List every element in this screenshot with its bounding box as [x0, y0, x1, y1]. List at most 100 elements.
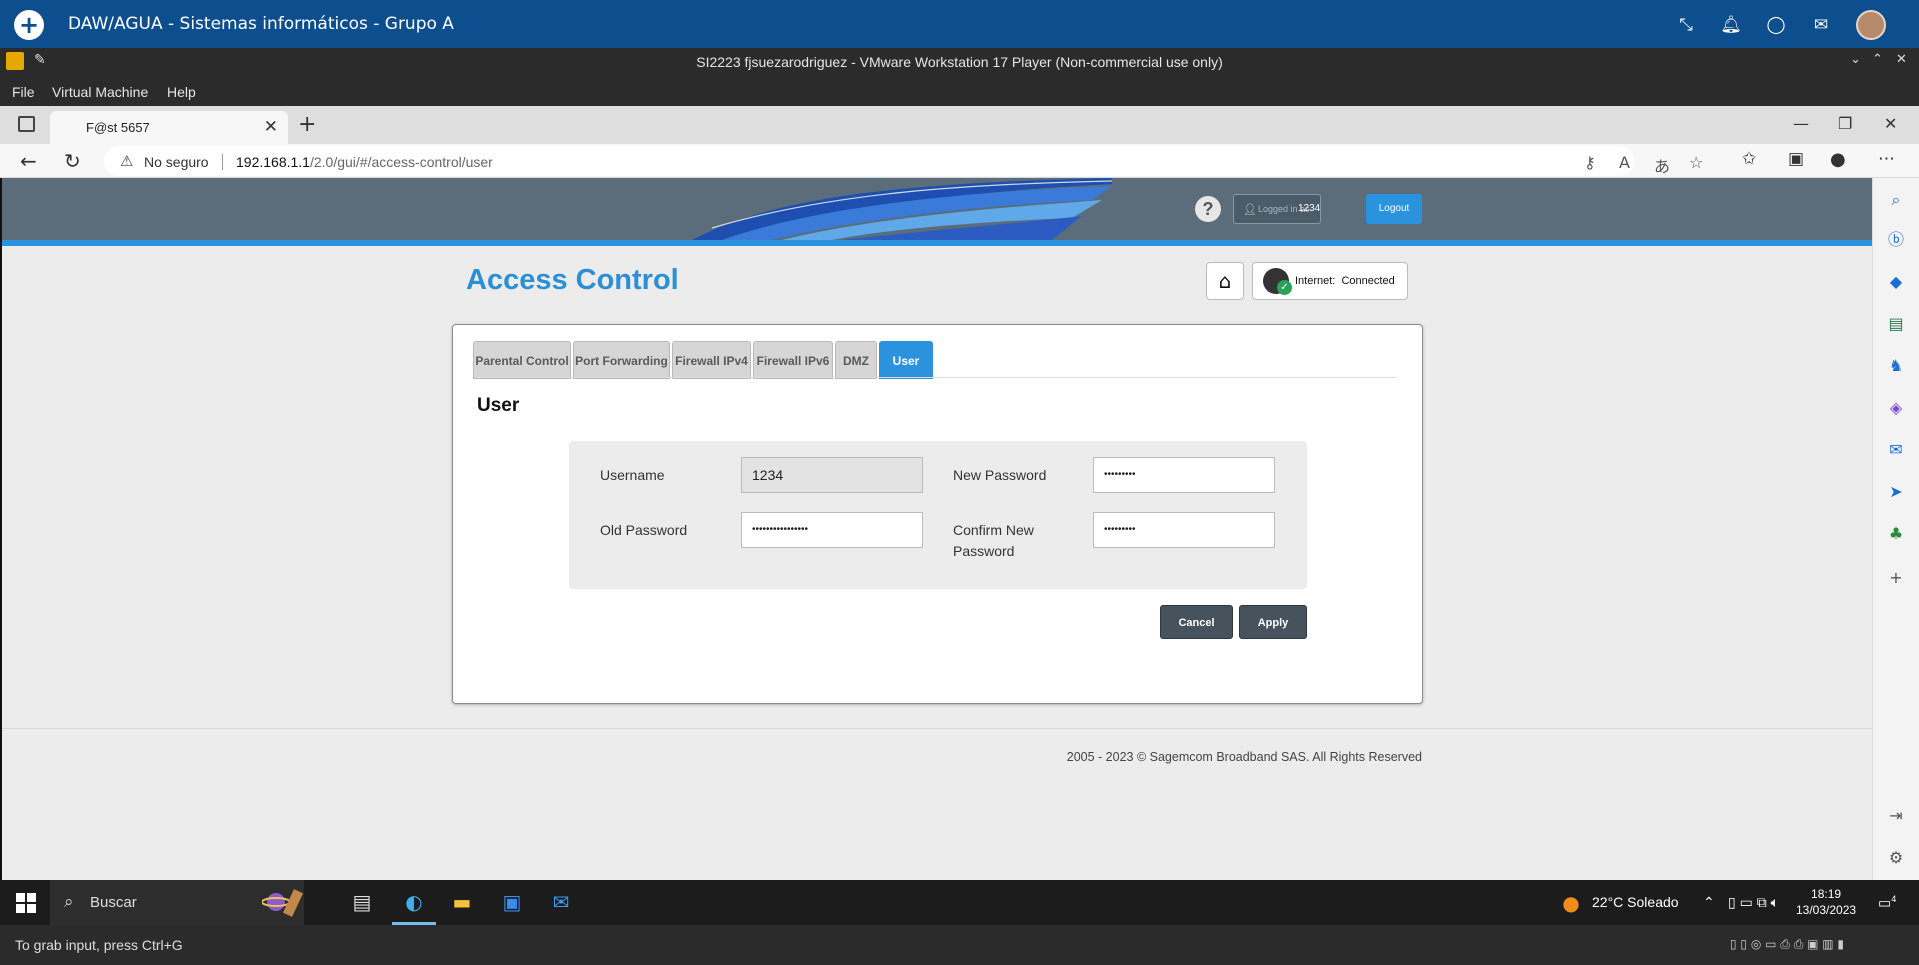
router-header: ? 👤︎ Logged in as 1234 Logout — [2, 178, 1872, 246]
grab-input-hint: To grab input, press Ctrl+G — [15, 937, 183, 953]
tab-title: F@st 5657 — [86, 120, 150, 135]
close-tab-icon[interactable]: ✕ — [264, 117, 278, 137]
footer-divider — [2, 728, 1872, 729]
close-window-icon[interactable]: ✕ — [1884, 114, 1897, 133]
confirm-password-label: Confirm New Password — [953, 522, 1034, 559]
tab-firewall-ipv6[interactable]: Firewall IPv6 — [753, 341, 833, 379]
mail-icon[interactable]: ✉ — [1810, 14, 1832, 36]
old-password-field[interactable]: •••••••••••••••• — [741, 512, 923, 548]
shopping-icon[interactable]: ◆ — [1886, 272, 1906, 292]
user-avatar[interactable] — [1856, 10, 1886, 40]
chevron-down-icon[interactable]: ⌄ — [1850, 52, 1861, 67]
minimize-icon[interactable]: — — [1793, 114, 1809, 133]
read-aloud-icon[interactable]: A — [1619, 153, 1630, 172]
home-button[interactable]: ⌂ — [1206, 262, 1244, 300]
address-bar: ← ↻ ⚠ No seguro 192.168.1.1/2.0/gui/#/ac… — [0, 144, 1919, 178]
games-icon[interactable]: ♞ — [1886, 356, 1906, 376]
office-icon[interactable]: ◈ — [1886, 398, 1906, 418]
url-host: 192.168.1.1 — [236, 154, 310, 170]
new-tab-icon[interactable]: + — [298, 112, 316, 137]
clock-time: 18:19 — [1811, 887, 1842, 901]
taskbar-search[interactable]: ⌕ Buscar — [50, 880, 304, 925]
header-accent-line — [2, 240, 1872, 246]
bing-icon[interactable]: ⓑ — [1886, 230, 1906, 250]
profile-icon[interactable]: ● — [1830, 149, 1846, 170]
security-label[interactable]: No seguro — [144, 154, 209, 170]
settings-icon[interactable]: ⚙ — [1886, 848, 1906, 868]
favorite-add-icon[interactable]: ☆ — [1689, 153, 1703, 172]
new-password-field[interactable]: ••••••••• — [1093, 457, 1275, 493]
device-icons[interactable]: ▯ ▯ ◎ ▭ ⎙ ⎙ ▣ ▥ ▮ — [1730, 937, 1844, 952]
store-icon[interactable]: ▣ — [498, 888, 526, 916]
tray-chevron-icon[interactable]: ⌃ — [1703, 894, 1715, 911]
apply-button[interactable]: Apply — [1239, 605, 1307, 639]
translate-icon[interactable]: あ — [1654, 153, 1670, 177]
header-swoosh-graphic — [692, 178, 1112, 240]
edge-sidebar: ⌕ ⓑ ◆ ▤ ♞ ◈ ✉ ➤ ♣ + ⇥ ⚙ — [1872, 178, 1919, 880]
tab-firewall-ipv4[interactable]: Firewall IPv4 — [672, 341, 751, 379]
send-icon[interactable]: ➤ — [1886, 482, 1906, 502]
menu-file[interactable]: File — [12, 84, 35, 100]
username-label: Username — [600, 467, 665, 483]
tools-icon[interactable]: ▤ — [1886, 314, 1906, 334]
help-icon[interactable]: ? — [1195, 196, 1221, 222]
tab-dmz[interactable]: DMZ — [835, 341, 877, 379]
favorites-icon[interactable]: ✩ — [1742, 149, 1756, 169]
tab-port-forwarding[interactable]: Port Forwarding — [573, 341, 670, 379]
more-icon[interactable]: ⋯ — [1878, 149, 1895, 169]
cancel-button[interactable]: Cancel — [1160, 605, 1233, 639]
internet-state: Connected — [1341, 275, 1395, 287]
warning-icon[interactable]: ⚠ — [120, 152, 133, 170]
collections-icon[interactable]: ▣ — [1788, 149, 1804, 169]
windows-start-icon[interactable] — [16, 893, 36, 913]
section-title: User — [477, 395, 520, 416]
url-separator — [222, 154, 223, 170]
new-chat-plus-icon[interactable]: + — [14, 10, 44, 40]
key-icon[interactable]: ⚷ — [1584, 153, 1596, 172]
weather-sun-icon[interactable]: ● — [1557, 889, 1585, 917]
back-icon[interactable]: ← — [20, 149, 37, 173]
url-field[interactable]: ⚠ No seguro 192.168.1.1/2.0/gui/#/access… — [104, 146, 1703, 176]
restore-icon[interactable]: ❐ — [1838, 114, 1852, 133]
search-highlight-image — [262, 889, 304, 917]
old-password-label: Old Password — [600, 522, 688, 538]
menu-help[interactable]: Help — [167, 84, 196, 100]
hide-sidebar-icon[interactable]: ⇥ — [1886, 806, 1906, 826]
tree-icon[interactable]: ♣ — [1886, 524, 1906, 544]
edge-icon[interactable]: ◐ — [400, 888, 428, 916]
confirm-password-field[interactable]: ••••••••• — [1093, 512, 1275, 548]
vmware-window-title: SI2223 fjsuezarodriguez - VMware Worksta… — [696, 54, 1223, 70]
outlook-icon[interactable]: ✉ — [1886, 440, 1906, 460]
weather-text[interactable]: 22°C Soleado — [1592, 894, 1679, 910]
taskbar-clock[interactable]: 18:19 13/03/2023 — [1796, 886, 1856, 918]
username-field: 1234 — [741, 457, 923, 493]
chat-icon[interactable]: ◯ — [1765, 14, 1787, 36]
user-icon: 👤︎ — [1243, 203, 1257, 216]
tab-parental-control[interactable]: Parental Control — [473, 341, 571, 379]
tab-actions-icon[interactable] — [18, 116, 35, 132]
logged-in-user: 1234 — [1298, 203, 1321, 214]
file-explorer-icon[interactable]: ▬ — [448, 888, 476, 916]
mail-icon[interactable]: ✉ — [547, 888, 575, 916]
teams-top-bar: + DAW/AGUA - Sistemas informáticos - Gru… — [0, 0, 1919, 48]
close-icon[interactable]: ✕ — [1896, 52, 1907, 67]
bell-icon[interactable]: 🔔︎ — [1720, 14, 1742, 36]
teams-window-title: DAW/AGUA - Sistemas informáticos - Grupo… — [68, 14, 454, 34]
search-icon[interactable]: ⌕ — [1886, 190, 1906, 210]
home-icon: ⌂ — [1218, 269, 1232, 293]
page-title: Access Control — [466, 264, 679, 296]
tray-icons[interactable]: ▯ ▭ ⧉ 🔈︎ — [1728, 894, 1779, 911]
tab-user[interactable]: User — [879, 341, 933, 379]
logout-button[interactable]: Logout — [1366, 194, 1422, 224]
chevron-up-icon[interactable]: ⌃ — [1872, 52, 1883, 67]
url-path: /2.0/gui/#/access-control/user — [309, 154, 493, 170]
add-icon[interactable]: + — [1886, 568, 1906, 588]
menu-virtual-machine[interactable]: Virtual Machine — [52, 84, 148, 100]
task-view-icon[interactable]: ▤ — [348, 888, 376, 916]
internet-status[interactable]: ✓ Internet: Connected — [1252, 262, 1408, 300]
url-text[interactable]: 192.168.1.1/2.0/gui/#/access-control/use… — [236, 154, 493, 170]
notification-icon[interactable]: ▭4 — [1878, 894, 1896, 912]
browser-tab[interactable]: F@st 5657 ✕ — [50, 111, 288, 144]
refresh-icon[interactable]: ↻ — [64, 149, 81, 173]
pin-icon[interactable]: ⤡ — [1675, 14, 1697, 36]
